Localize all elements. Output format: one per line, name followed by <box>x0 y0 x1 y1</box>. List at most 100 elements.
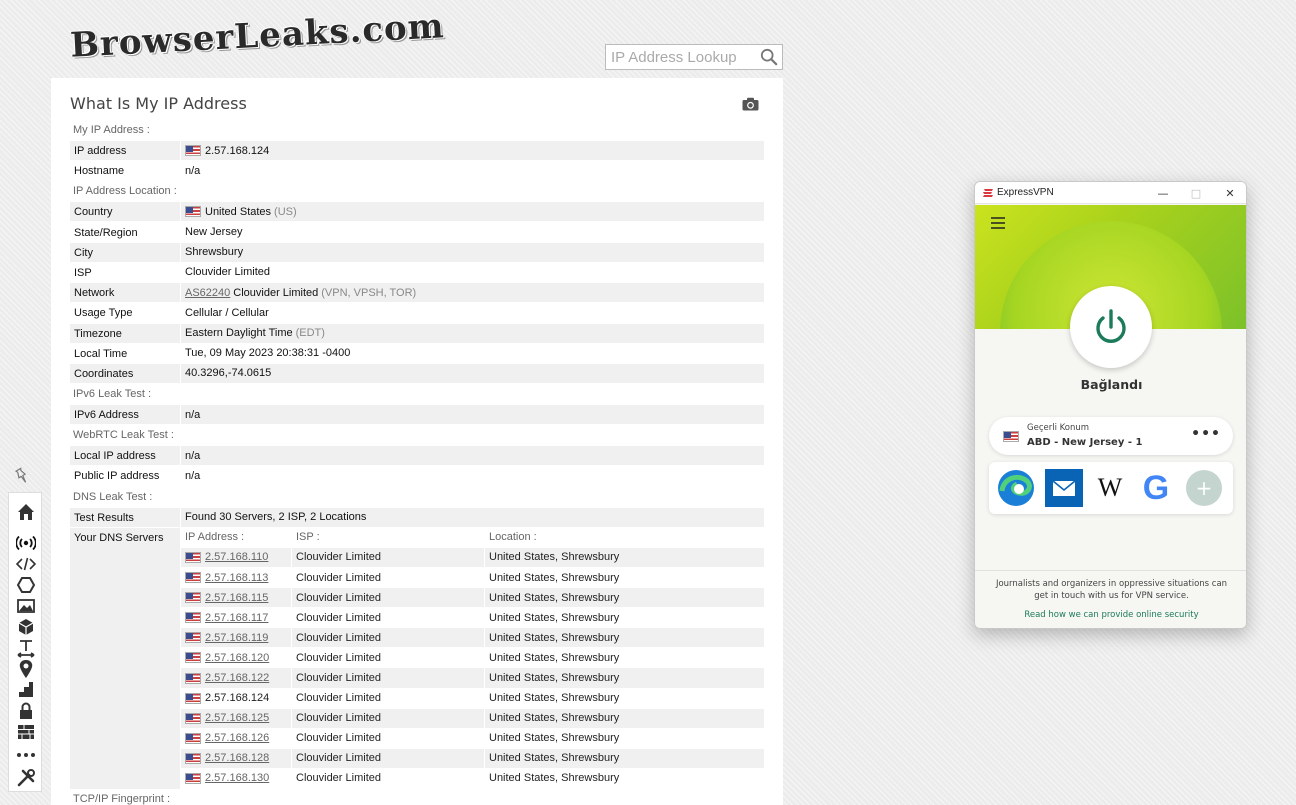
timezone-abbr: (EDT) <box>295 327 325 339</box>
row-value: n/a <box>181 161 764 181</box>
table-row: Local IP address n/a <box>70 446 764 467</box>
section-title-my-ip: My IP Address : <box>73 124 150 136</box>
puzzle-icon[interactable] <box>16 575 36 595</box>
row-label: IPv6 Address <box>70 405 180 425</box>
connection-status: Bağlandı <box>1080 377 1143 392</box>
table-row: 2.57.168.110 Clouvider Limited United Stat… <box>181 547 764 568</box>
edge-icon[interactable] <box>997 469 1035 507</box>
table-row: IP address 2.57.168.124 <box>70 141 764 161</box>
dns-location-cell: United States, Shrewsbury <box>485 547 764 568</box>
col-header-ip: IP Address : <box>181 527 291 548</box>
dns-isp-cell: Clouvider Limited <box>292 568 484 589</box>
power-button[interactable] <box>1070 286 1152 368</box>
dns-isp-cell: Clouvider Limited <box>292 588 484 609</box>
row-value: Eastern Daylight Time (EDT) <box>181 323 764 343</box>
dns-location-cell: United States, Shrewsbury <box>485 648 764 669</box>
pin-icon[interactable] <box>13 467 31 485</box>
site-logo[interactable]: BrowserLeaks.com <box>69 6 445 66</box>
section-title-tcpip: TCP/IP Fingerprint : <box>73 793 170 805</box>
as-number-link[interactable]: AS62240 <box>185 283 230 303</box>
minimize-icon[interactable]: — <box>1147 182 1179 204</box>
dns-ip-cell: 2.57.168.125 <box>181 708 291 729</box>
image-icon[interactable] <box>16 596 36 616</box>
chart-icon[interactable] <box>16 680 36 700</box>
col-header-isp: ISP : <box>292 527 484 548</box>
dns-ip-link[interactable]: 2.57.168.126 <box>205 728 269 748</box>
tools-icon[interactable] <box>16 768 36 788</box>
google-icon[interactable]: G <box>1137 469 1175 507</box>
table-row: Usage Type Cellular / Cellular <box>70 303 764 324</box>
dns-isp-cell: Clouvider Limited <box>292 768 484 790</box>
dns-ip-link[interactable]: 2.57.168.122 <box>205 668 269 688</box>
row-label: Country <box>70 202 180 222</box>
country-value: United States <box>205 205 272 218</box>
hamburger-menu-icon[interactable] <box>991 217 1005 229</box>
dns-isp-cell: Clouvider Limited <box>292 708 484 729</box>
dns-isp-cell: Clouvider Limited <box>292 728 484 749</box>
online-security-link[interactable]: Read how we can provide online security <box>975 610 1246 620</box>
dns-ip-link[interactable]: 2.57.168.128 <box>205 748 269 768</box>
dns-ip-link[interactable]: 2.57.168.130 <box>205 768 269 788</box>
dns-location-cell: United States, Shrewsbury <box>485 748 764 769</box>
ip-lookup-search[interactable] <box>605 44 783 70</box>
expressvpn-window: ExpressVPN — □ ✕ Bağlandı Geçerli Konum … <box>974 181 1247 629</box>
mail-icon[interactable] <box>1045 469 1083 507</box>
search-input[interactable] <box>606 45 756 69</box>
search-icon[interactable] <box>760 48 778 66</box>
us-flag-icon <box>185 652 201 664</box>
dns-ip-link[interactable]: 2.57.168.113 <box>205 568 268 588</box>
table-row: Timezone Eastern Daylight Time (EDT) <box>70 323 764 344</box>
broadcast-icon[interactable] <box>16 533 36 553</box>
table-row: 2.57.168.119 Clouvider Limited United Stat… <box>181 628 764 649</box>
row-value: Found 30 Servers, 2 ISP, 2 Locations <box>181 507 764 527</box>
us-flag-icon <box>185 592 201 604</box>
text-icon[interactable] <box>16 638 36 658</box>
table-row: IPv6 Address n/a <box>70 405 764 426</box>
dns-location-cell: United States, Shrewsbury <box>485 728 764 749</box>
dns-ip-cell: 2.57.168.119 <box>181 628 291 649</box>
dns-ip-link[interactable]: 2.57.168.115 <box>205 588 268 608</box>
current-location-card[interactable]: Geçerli Konum ABD - New Jersey - 1 ••• <box>989 417 1233 455</box>
table-row: City Shrewsbury <box>70 242 764 263</box>
tools-sidebar <box>8 492 42 792</box>
app-shortcuts: W G + <box>989 462 1233 514</box>
dns-location-cell: United States, Shrewsbury <box>485 768 764 790</box>
table-row: 2.57.168.117 Clouvider Limited United Stat… <box>181 608 764 629</box>
dns-location-cell: United States, Shrewsbury <box>485 668 764 689</box>
location-icon[interactable] <box>16 659 36 679</box>
dns-ip-link[interactable]: 2.57.168.120 <box>205 648 269 668</box>
us-flag-icon <box>185 145 201 156</box>
close-icon[interactable]: ✕ <box>1214 182 1246 204</box>
row-value: Shrewsbury <box>181 242 764 262</box>
us-flag-icon <box>185 692 201 704</box>
dns-ip-link[interactable]: 2.57.168.119 <box>205 628 268 648</box>
row-value: Tue, 09 May 2023 20:38:31 -0400 <box>181 343 764 363</box>
table-row: 2.57.168.120 Clouvider Limited United Stat… <box>181 648 764 669</box>
network-tags: (VPN, VPSH, TOR) <box>321 286 417 299</box>
wikipedia-icon[interactable]: W <box>1091 469 1129 507</box>
location-label: Geçerli Konum <box>1027 423 1090 433</box>
row-value: United States (US) <box>181 202 764 222</box>
add-shortcut-glyph: + <box>1186 470 1222 506</box>
camera-icon[interactable] <box>742 97 759 111</box>
table-row: Network AS62240 Clouvider Limited (VPN, … <box>70 283 764 304</box>
maximize-icon[interactable]: □ <box>1180 182 1212 204</box>
location-options-icon[interactable]: ••• <box>1191 426 1221 442</box>
firewall-icon[interactable] <box>16 722 36 742</box>
table-row: 2.57.168.115 Clouvider Limited United Stat… <box>181 588 764 609</box>
us-flag-icon <box>185 732 201 744</box>
logo-text: BrowserLeaks.com <box>69 6 446 66</box>
table-row: Country United States (US) <box>70 202 764 223</box>
dns-ip-link[interactable]: 2.57.168.117 <box>205 608 268 628</box>
code-icon[interactable] <box>16 554 36 574</box>
dns-ip-link[interactable]: 2.57.168.110 <box>205 547 268 567</box>
dns-ip-link[interactable]: 2.57.168.125 <box>205 708 269 728</box>
cube-icon[interactable] <box>16 617 36 637</box>
dns-location-cell: United States, Shrewsbury <box>485 628 764 649</box>
us-flag-icon <box>185 551 201 563</box>
lock-icon[interactable] <box>16 701 36 721</box>
home-icon[interactable] <box>16 502 36 522</box>
vpn-footer-text: Journalists and organizers in oppressive… <box>995 579 1228 601</box>
add-shortcut-icon[interactable]: + <box>1185 469 1223 507</box>
more-icon[interactable] <box>16 745 36 765</box>
